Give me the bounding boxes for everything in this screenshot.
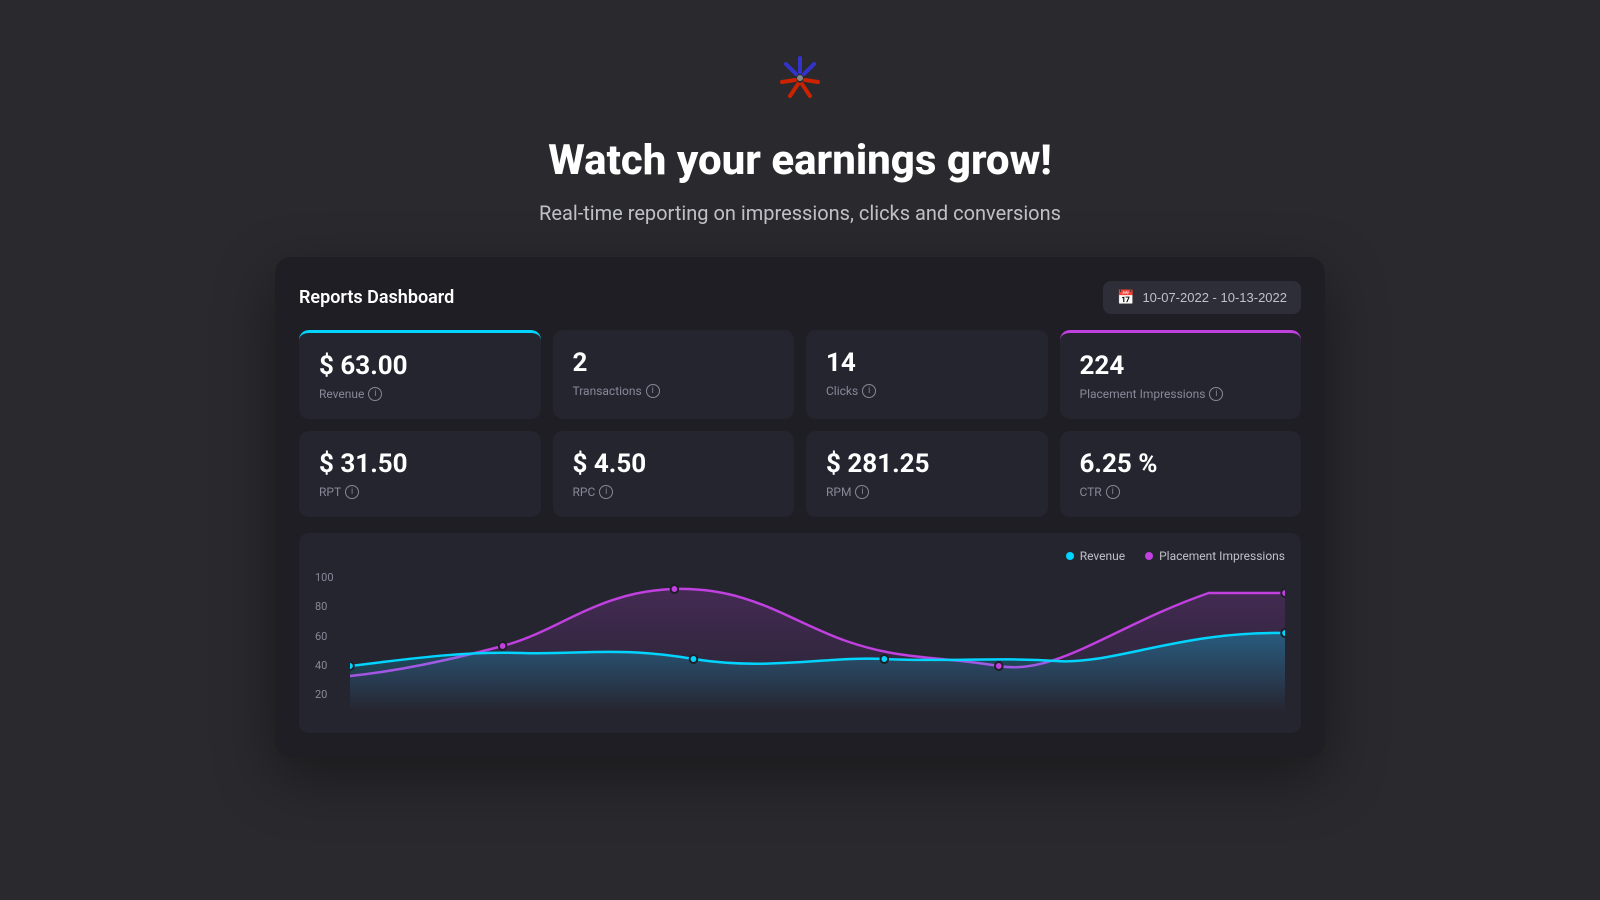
metric-card-rpt: $ 31.50 RPT i — [299, 431, 541, 517]
legend-dot-revenue — [1066, 552, 1074, 560]
metric-value-rpc: $ 4.50 — [573, 449, 775, 479]
chart-legend: Revenue Placement Impressions — [315, 549, 1285, 563]
metric-value-placement: 224 — [1080, 351, 1282, 381]
y-axis-labels: 100 80 60 40 20 — [315, 571, 345, 701]
metric-card-clicks: 14 Clicks i — [806, 330, 1048, 419]
date-range-label: 10-07-2022 - 10-13-2022 — [1142, 290, 1287, 305]
metric-label-ctr: CTR i — [1080, 485, 1282, 499]
hero-subtitle: Real-time reporting on impressions, clic… — [539, 201, 1061, 225]
info-icon-ctr[interactable]: i — [1106, 485, 1120, 499]
legend-label-placement: Placement Impressions — [1159, 549, 1285, 563]
calendar-icon: 📅 — [1117, 289, 1134, 306]
info-icon-rpc[interactable]: i — [599, 485, 613, 499]
metric-label-rpc: RPC i — [573, 485, 775, 499]
hero-section: Watch your earnings grow! Real-time repo… — [539, 0, 1061, 225]
metric-label-rpt: RPT i — [319, 485, 521, 499]
metric-card-rpc: $ 4.50 RPC i — [553, 431, 795, 517]
info-icon-revenue[interactable]: i — [368, 387, 382, 401]
metric-value-transactions: 2 — [573, 348, 775, 378]
info-icon-transactions[interactable]: i — [646, 384, 660, 398]
logo-icon — [768, 48, 832, 112]
legend-label-revenue: Revenue — [1080, 549, 1125, 563]
chart-svg — [350, 571, 1285, 711]
info-icon-clicks[interactable]: i — [862, 384, 876, 398]
dashboard-container: Reports Dashboard 📅 10-07-2022 - 10-13-2… — [275, 257, 1325, 757]
metric-label-rpm: RPM i — [826, 485, 1028, 499]
metric-card-revenue: $ 63.00 Revenue i — [299, 330, 541, 419]
info-icon-rpm[interactable]: i — [855, 485, 869, 499]
metric-label-transactions: Transactions i — [573, 384, 775, 398]
legend-item-placement: Placement Impressions — [1145, 549, 1285, 563]
chart-area: 100 80 60 40 20 — [315, 571, 1285, 721]
info-icon-rpt[interactable]: i — [345, 485, 359, 499]
info-icon-placement[interactable]: i — [1209, 387, 1223, 401]
metric-card-transactions: 2 Transactions i — [553, 330, 795, 419]
legend-dot-placement — [1145, 552, 1153, 560]
metric-value-rpt: $ 31.50 — [319, 449, 521, 479]
hero-title: Watch your earnings grow! — [548, 136, 1052, 185]
metric-card-placement: 224 Placement Impressions i — [1060, 330, 1302, 419]
dashboard-header: Reports Dashboard 📅 10-07-2022 - 10-13-2… — [299, 281, 1301, 314]
metrics-grid-bottom: $ 31.50 RPT i $ 4.50 RPC i $ 281.25 RPM … — [299, 431, 1301, 517]
metric-card-rpm: $ 281.25 RPM i — [806, 431, 1048, 517]
legend-item-revenue: Revenue — [1066, 549, 1125, 563]
metric-value-clicks: 14 — [826, 348, 1028, 378]
metric-label-clicks: Clicks i — [826, 384, 1028, 398]
metrics-grid-top: $ 63.00 Revenue i 2 Transactions i 14 Cl… — [299, 330, 1301, 419]
metric-label-revenue: Revenue i — [319, 387, 521, 401]
chart-container: Revenue Placement Impressions 100 80 60 … — [299, 533, 1301, 733]
metric-value-ctr: 6.25 % — [1080, 449, 1282, 479]
metric-value-revenue: $ 63.00 — [319, 351, 521, 381]
metric-label-placement: Placement Impressions i — [1080, 387, 1282, 401]
metric-card-ctr: 6.25 % CTR i — [1060, 431, 1302, 517]
dashboard-title: Reports Dashboard — [299, 287, 454, 308]
date-range-button[interactable]: 📅 10-07-2022 - 10-13-2022 — [1103, 281, 1301, 314]
metric-value-rpm: $ 281.25 — [826, 449, 1028, 479]
